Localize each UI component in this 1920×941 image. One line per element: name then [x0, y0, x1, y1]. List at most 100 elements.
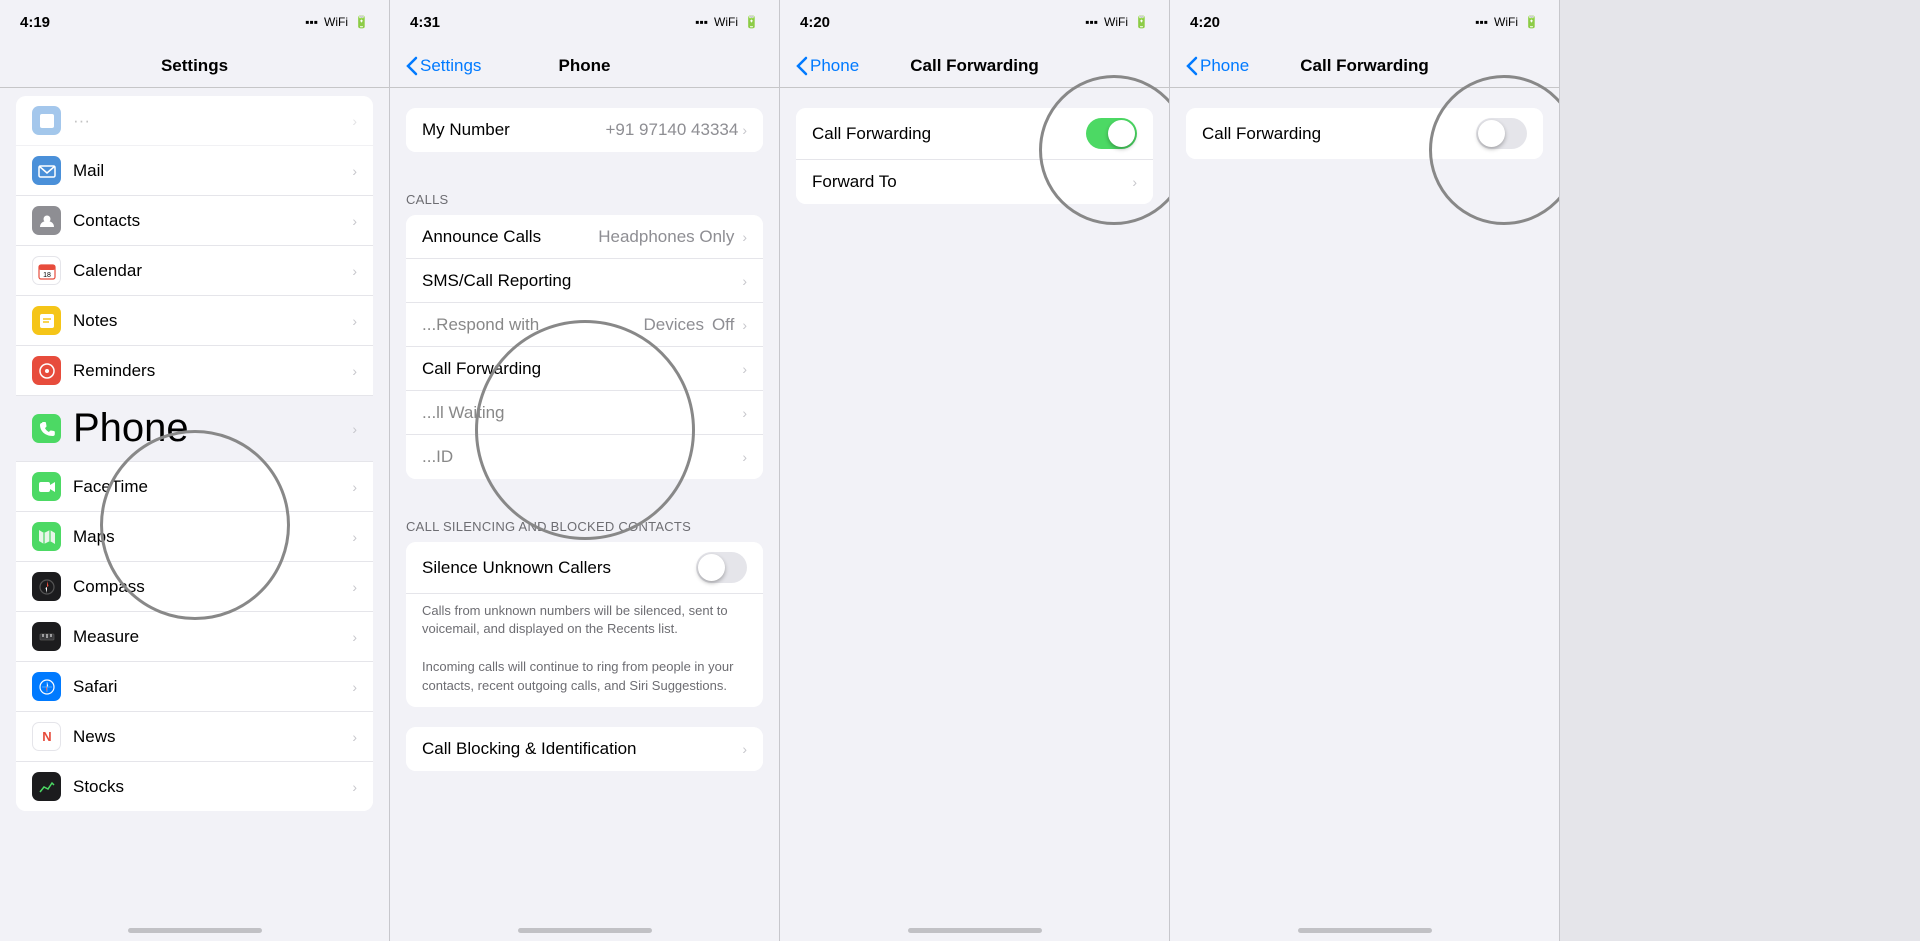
list-item-measure[interactable]: Measure ›: [16, 612, 373, 662]
news-label: News: [73, 727, 348, 747]
page-title-1: Settings: [161, 56, 228, 76]
show-caller-id-row[interactable]: ...ID ›: [406, 435, 763, 479]
call-waiting-label: ...ll Waiting: [422, 403, 738, 423]
status-icons-3: ▪▪▪ WiFi 🔋: [1085, 15, 1149, 29]
battery-icon-1: 🔋: [354, 15, 369, 29]
wifi-icon-1: WiFi: [324, 15, 348, 29]
facetime-icon: [32, 472, 61, 501]
chevron-icon: ›: [352, 779, 357, 795]
settings-list-1[interactable]: ··· › Mail › Contacts › 18: [0, 88, 389, 907]
contacts-label: Contacts: [73, 211, 348, 231]
status-time-4: 4:20: [1190, 14, 1220, 31]
mail-label: Mail: [73, 161, 348, 181]
list-item-maps[interactable]: Maps ›: [16, 512, 373, 562]
home-indicator-1: [0, 907, 389, 941]
home-indicator-2: [390, 907, 779, 941]
home-bar: [128, 928, 262, 933]
list-item-news[interactable]: N News ›: [16, 712, 373, 762]
settings-scroll-2[interactable]: My Number +91 97140 43334 › CALLS Announ…: [390, 88, 779, 907]
phone3-frame: 4:20 ▪▪▪ WiFi 🔋 Phone Call Forwarding Ca…: [780, 0, 1170, 941]
list-item[interactable]: ··· ›: [16, 96, 373, 146]
phone-label: Phone: [73, 406, 348, 451]
list-item-mail[interactable]: Mail ›: [16, 146, 373, 196]
status-icons-1: ▪▪▪ WiFi 🔋: [305, 15, 369, 29]
home-bar: [518, 928, 652, 933]
measure-label: Measure: [73, 627, 348, 647]
list-item-facetime[interactable]: FaceTime ›: [16, 462, 373, 512]
signal-icon-2: ▪▪▪: [695, 15, 708, 29]
facetime-label: FaceTime: [73, 477, 348, 497]
chevron-icon: ›: [352, 263, 357, 279]
safari-icon: [32, 672, 61, 701]
reminders-label: Reminders: [73, 361, 348, 381]
my-number-row[interactable]: My Number +91 97140 43334 ›: [406, 108, 763, 152]
chevron-icon: ›: [352, 313, 357, 329]
my-number-value: +91 97140 43334: [605, 120, 738, 140]
chevron-icon: ›: [742, 317, 747, 333]
back-button-3[interactable]: Phone: [796, 56, 859, 76]
back-button-2[interactable]: Settings: [406, 56, 481, 76]
chevron-icon: ›: [352, 113, 357, 129]
list-item-notes[interactable]: Notes ›: [16, 296, 373, 346]
list-item-phone[interactable]: Phone ›: [16, 396, 373, 462]
chevron-icon: ›: [352, 729, 357, 745]
signal-icon-4: ▪▪▪: [1475, 15, 1488, 29]
announce-calls-row[interactable]: Announce Calls Headphones Only ›: [406, 215, 763, 259]
calls-section-header: CALLS: [390, 172, 779, 215]
sms-call-reporting-row[interactable]: SMS/Call Reporting ›: [406, 259, 763, 303]
announce-calls-right: Headphones Only ›: [598, 227, 747, 247]
compass-icon: [32, 572, 61, 601]
home-bar: [908, 928, 1042, 933]
svg-text:18: 18: [43, 272, 51, 279]
page-title-2: Phone: [559, 56, 611, 76]
list-item-reminders[interactable]: Reminders ›: [16, 346, 373, 396]
call-waiting-row[interactable]: ...ll Waiting ›: [406, 391, 763, 435]
silencing-section-header: CALL SILENCING AND BLOCKED CONTACTS: [390, 499, 779, 542]
back-label-3: Phone: [810, 56, 859, 76]
announce-calls-label: Announce Calls: [422, 227, 598, 247]
reminders-icon: [32, 356, 61, 385]
status-bar-2: 4:31 ▪▪▪ WiFi 🔋: [390, 0, 779, 44]
list-item-safari[interactable]: Safari ›: [16, 662, 373, 712]
chevron-icon: ›: [742, 273, 747, 289]
page-title-4: Call Forwarding: [1300, 56, 1428, 76]
silence-unknown-row[interactable]: Silence Unknown Callers: [406, 542, 763, 594]
stocks-icon: [32, 772, 61, 801]
calendar-icon: 18: [32, 256, 61, 285]
row-label: ···: [73, 111, 348, 131]
list-item-calendar[interactable]: 18 Calendar ›: [16, 246, 373, 296]
call-blocking-row[interactable]: Call Blocking & Identification ›: [406, 727, 763, 771]
off-value: Off: [712, 315, 734, 335]
phone4-frame: 4:20 ▪▪▪ WiFi 🔋 Phone Call Forwarding Ca…: [1170, 0, 1560, 941]
home-bar: [1298, 928, 1432, 933]
call-forwarding-row[interactable]: Call Forwarding ›: [406, 347, 763, 391]
status-bar-3: 4:20 ▪▪▪ WiFi 🔋: [780, 0, 1169, 44]
wifi-icon-4: WiFi: [1494, 15, 1518, 29]
chevron-icon: ›: [352, 421, 357, 437]
silence-unknown-desc1: Calls from unknown numbers will be silen…: [406, 594, 763, 650]
list-item-stocks[interactable]: Stocks ›: [16, 762, 373, 811]
respond-text-row[interactable]: ...Respond with Devices Off ›: [406, 303, 763, 347]
calendar-label: Calendar: [73, 261, 348, 281]
phone-app-icon: [32, 414, 61, 443]
notes-icon: [32, 306, 61, 335]
list-item-contacts[interactable]: Contacts ›: [16, 196, 373, 246]
maps-label: Maps: [73, 527, 348, 547]
status-time-2: 4:31: [410, 14, 440, 31]
svg-text:N: N: [42, 729, 51, 744]
home-indicator-4: [1170, 907, 1559, 941]
signal-icon-1: ▪▪▪: [305, 15, 318, 29]
back-button-4[interactable]: Phone: [1186, 56, 1249, 76]
list-item-compass[interactable]: Compass ›: [16, 562, 373, 612]
devices-value: Devices: [643, 315, 703, 335]
compass-label: Compass: [73, 577, 348, 597]
call-blocking-label: Call Blocking & Identification: [422, 739, 738, 759]
silence-unknown-toggle[interactable]: [696, 552, 747, 583]
status-time-3: 4:20: [800, 14, 830, 31]
phone2-frame: 4:31 ▪▪▪ WiFi 🔋 Settings Phone My Number…: [390, 0, 780, 941]
safari-label: Safari: [73, 677, 348, 697]
spacer: [1560, 0, 1920, 941]
chevron-icon: ›: [352, 629, 357, 645]
chevron-icon: ›: [742, 361, 747, 377]
devices-right: Devices Off ›: [643, 315, 747, 335]
